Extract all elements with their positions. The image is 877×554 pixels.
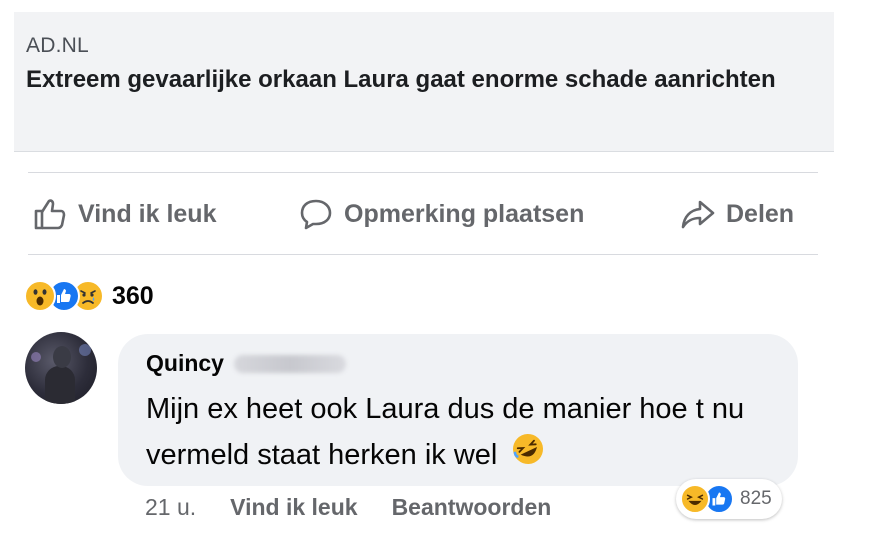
rolling-laughing-emoji-icon	[511, 432, 545, 480]
comment-button[interactable]: Opmerking plaatsen	[298, 174, 584, 254]
link-domain: AD.NL	[26, 34, 89, 57]
comment-meta-row: 21 u. Vind ik leuk Beantwoorden	[145, 494, 551, 521]
comment-text-block: Mijn ex heet ook Laura dus de manier hoe…	[146, 386, 786, 480]
blurred-surname	[233, 354, 346, 373]
comment-reaction-count: 825	[740, 488, 772, 509]
comment-button-label: Opmerking plaatsen	[344, 199, 585, 228]
like-button-label: Vind ik leuk	[78, 199, 217, 228]
post-actions-bar: Vind ik leuk Opmerking plaatsen Delen	[28, 174, 818, 254]
comment-like-button[interactable]: Vind ik leuk	[230, 494, 357, 521]
divider	[28, 172, 818, 173]
avatar[interactable]	[25, 332, 97, 404]
comment-author-name[interactable]: Quincy	[146, 350, 224, 377]
wow-emoji-icon	[24, 280, 56, 312]
share-button[interactable]: Delen	[680, 174, 794, 254]
reaction-count: 360	[112, 281, 154, 310]
link-preview-card[interactable]: AD.NL Extreem gevaarlijke orkaan Laura g…	[14, 12, 834, 152]
post-reactions-summary[interactable]: 360	[24, 276, 154, 316]
laughing-emoji-icon	[680, 484, 710, 514]
thumbs-up-icon	[34, 199, 66, 230]
comment-bubble: Quincy Mijn ex heet ook Laura dus de man…	[118, 334, 798, 486]
divider	[28, 254, 818, 255]
comment-author-row: Quincy	[146, 350, 346, 377]
comment-reactions-badge[interactable]: 825	[676, 479, 782, 519]
comment-text: Mijn ex heet ook Laura dus de manier hoe…	[146, 393, 745, 471]
link-title[interactable]: Extreem gevaarlijke orkaan Laura gaat en…	[26, 64, 816, 95]
share-arrow-icon	[681, 200, 715, 229]
comment-reply-button[interactable]: Beantwoorden	[392, 494, 552, 521]
comment-bubble-icon	[300, 199, 332, 230]
comment-timestamp[interactable]: 21 u.	[145, 494, 196, 521]
share-button-label: Delen	[726, 199, 795, 228]
like-button[interactable]: Vind ik leuk	[32, 174, 216, 254]
